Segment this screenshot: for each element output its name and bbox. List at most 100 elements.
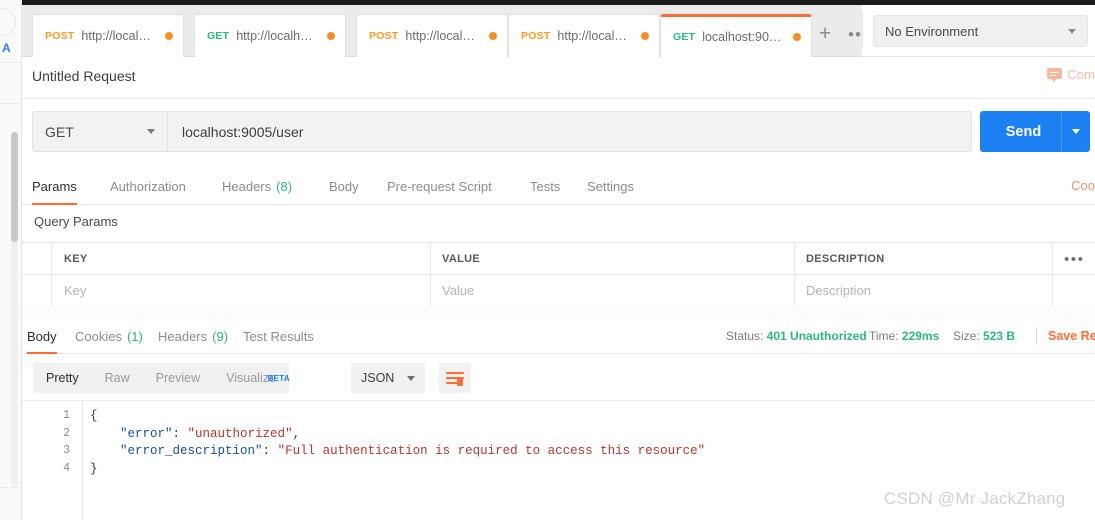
divider xyxy=(862,13,863,49)
param-value-input[interactable]: Value xyxy=(442,275,474,306)
tab-method: GET xyxy=(207,30,230,42)
method-selector-value: GET xyxy=(45,123,74,140)
sidebar-scrollbar-thumb[interactable] xyxy=(11,132,18,242)
response-language-selector[interactable]: JSON xyxy=(351,363,425,393)
method-selector[interactable]: GET xyxy=(32,111,167,152)
tab-label: Authorization xyxy=(110,178,186,194)
line-number: 2 xyxy=(63,426,70,440)
view-label: Pretty xyxy=(46,371,79,385)
word-wrap-icon[interactable] xyxy=(439,363,471,393)
page-title: Untitled Request xyxy=(32,68,136,84)
request-url-row: GET localhost:9005/user Send S xyxy=(22,99,1095,167)
table-footer xyxy=(22,306,1095,318)
code-text: "error": "unauthorized", xyxy=(120,426,301,441)
response-tab-body[interactable]: Body xyxy=(27,318,57,354)
url-input-value: localhost:9005/user xyxy=(182,123,304,140)
tab-authorization[interactable]: Authorization xyxy=(110,167,186,205)
save-response-button[interactable]: Save Re xyxy=(1048,329,1095,343)
size-label: Size: xyxy=(953,329,980,343)
beta-badge: BETA xyxy=(267,374,290,383)
response-tab-headers[interactable]: Headers (9) xyxy=(158,318,228,354)
param-key-input[interactable]: Key xyxy=(64,275,86,306)
request-tab[interactable]: POST http://localhost:... xyxy=(508,14,660,57)
new-tab-button[interactable]: + xyxy=(819,23,831,44)
unsaved-dot-icon xyxy=(165,32,173,40)
query-params-label: Query Params xyxy=(34,214,118,229)
comments-button[interactable]: Com xyxy=(1046,67,1095,82)
tab-label: Params xyxy=(32,178,77,194)
environment-area: No Environment xyxy=(862,5,1095,57)
line-number: 1 xyxy=(63,409,70,422)
code-line: 3 "error_description": "Full authenticat… xyxy=(22,444,1095,462)
view-pretty[interactable]: Pretty xyxy=(33,363,92,393)
watermark: CSDN @Mr JackZhang xyxy=(884,489,1066,508)
status-value: 401 Unauthorized xyxy=(766,329,867,343)
postman-window: A POST http://localhost:... GET http://l… xyxy=(0,0,1095,520)
tab-body[interactable]: Body xyxy=(329,167,359,205)
view-preview[interactable]: Preview xyxy=(143,363,213,393)
request-tab[interactable]: GET http://localhost:... xyxy=(194,14,346,57)
time-badge: Time: 229ms xyxy=(869,329,939,343)
url-input[interactable]: localhost:9005/user xyxy=(167,111,972,152)
tab-url: localhost:9005/... xyxy=(702,30,785,44)
status-badge: Status: 401 Unauthorized xyxy=(726,329,867,343)
rail-divider xyxy=(0,103,21,104)
request-tab-strip: POST http://localhost:... GET http://loc… xyxy=(22,5,868,57)
column-header-value: VALUE xyxy=(442,252,480,265)
unsaved-dot-icon xyxy=(793,33,801,41)
tab-label: Body xyxy=(329,178,359,194)
code-text: "error_description": "Full authenticatio… xyxy=(120,444,706,458)
code-line: 4} xyxy=(22,462,1095,480)
unsaved-dot-icon xyxy=(641,32,649,40)
send-options-button[interactable] xyxy=(1062,129,1090,134)
tab-pre-request-script[interactable]: Pre-request Script xyxy=(387,167,492,205)
chevron-down-icon xyxy=(1072,129,1080,134)
chevron-down-icon xyxy=(407,375,415,381)
request-tab[interactable]: POST http://localhost:... xyxy=(356,14,508,57)
request-tab[interactable]: POST http://localhost:... xyxy=(32,14,184,57)
time-label: Time: xyxy=(869,329,899,343)
response-tab-cookies[interactable]: Cookies (1) xyxy=(75,318,143,354)
bulk-edit-button[interactable]: ••• xyxy=(1064,251,1085,268)
code-text: { xyxy=(90,409,98,423)
code-text: } xyxy=(90,461,98,476)
tab-method: POST xyxy=(45,30,75,42)
tab-url: http://localhost:... xyxy=(81,29,157,43)
column-header-description: DESCRIPTION xyxy=(806,252,885,265)
cookies-link[interactable]: Coo xyxy=(1071,178,1095,193)
line-number: 3 xyxy=(63,444,70,457)
request-header: Untitled Request Com xyxy=(22,57,1095,99)
send-button[interactable]: Send xyxy=(980,111,1090,152)
view-raw[interactable]: Raw xyxy=(92,363,143,393)
send-button-label: Send xyxy=(1005,123,1042,140)
sidebar-rail: A xyxy=(0,0,22,520)
divider xyxy=(1036,327,1037,345)
column-header-key: KEY xyxy=(64,252,88,265)
tab-tests[interactable]: Tests xyxy=(530,167,560,205)
rail-divider xyxy=(0,62,21,63)
tab-method: GET xyxy=(673,31,696,43)
environment-selector[interactable]: No Environment xyxy=(873,15,1088,47)
query-params-table: KEY VALUE DESCRIPTION ••• Key Value Desc… xyxy=(22,242,1095,318)
response-tab-test-results[interactable]: Test Results xyxy=(243,318,314,354)
request-tab-active[interactable]: GET localhost:9005/... xyxy=(660,14,812,57)
tab-params[interactable]: Params xyxy=(32,167,77,205)
tab-headers[interactable]: Headers (8) xyxy=(222,167,292,205)
size-value: 523 B xyxy=(983,329,1016,343)
environment-selector-label: No Environment xyxy=(885,23,979,39)
code-line: 2 "error": "unauthorized", xyxy=(22,427,1095,445)
rail-divider xyxy=(0,487,21,488)
tab-label: Headers xyxy=(158,328,208,344)
tab-label: Tests xyxy=(530,178,561,194)
tab-url: http://localhost:... xyxy=(236,29,319,43)
tab-settings[interactable]: Settings xyxy=(587,167,634,205)
language-value: JSON xyxy=(361,371,395,385)
param-description-input[interactable]: Description xyxy=(806,275,871,306)
tab-label: Cookies xyxy=(75,328,122,344)
tab-count: (9) xyxy=(212,328,229,344)
code-line: 1{ xyxy=(22,409,1095,427)
tab-url: http://localhost:... xyxy=(557,29,633,43)
view-visualize[interactable]: Visualize BETA xyxy=(213,363,290,393)
workspace-avatar-icon xyxy=(0,8,16,36)
tab-method: POST xyxy=(369,30,399,42)
